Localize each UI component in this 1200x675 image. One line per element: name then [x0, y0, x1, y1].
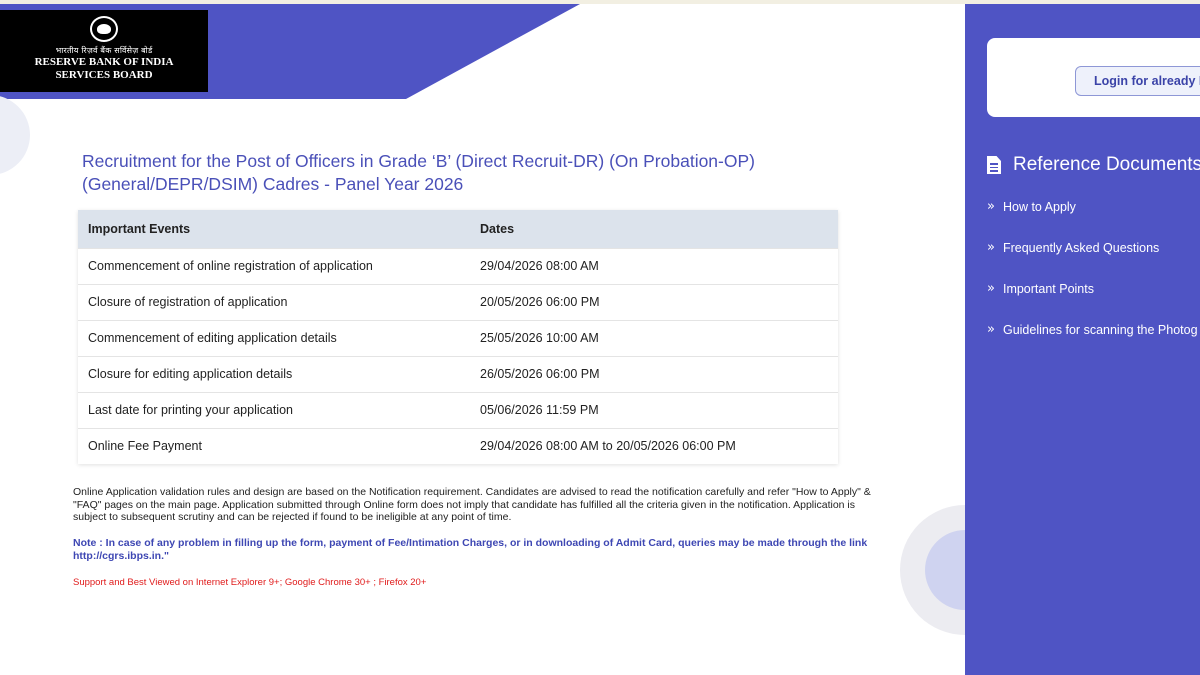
event-name: Closure of registration of application — [78, 283, 470, 320]
ref-link-important-points[interactable]: » Important Points — [987, 268, 1198, 309]
event-name: Commencement of online registration of a… — [78, 247, 470, 284]
ref-link-faq[interactable]: » Frequently Asked Questions — [987, 227, 1198, 268]
reference-documents-list: » How to Apply » Frequently Asked Questi… — [987, 194, 1198, 358]
table-header-row: Important Events Dates — [78, 210, 838, 248]
rbi-emblem-icon — [90, 16, 118, 42]
header-dates: Dates — [470, 210, 838, 248]
logo-english-line2: SERVICES BOARD — [55, 69, 153, 81]
event-date: 25/05/2026 10:00 AM — [470, 319, 838, 356]
event-date: 29/04/2026 08:00 AM to 20/05/2026 06:00 … — [470, 427, 838, 464]
table-row: Online Fee Payment 29/04/2026 08:00 AM t… — [78, 427, 838, 464]
event-date: 26/05/2026 06:00 PM — [470, 355, 838, 392]
event-name: Online Fee Payment — [78, 427, 470, 464]
event-date: 05/06/2026 11:59 PM — [470, 391, 838, 428]
header-important-events: Important Events — [78, 210, 470, 248]
ref-link-label: Guidelines for scanning the Photog — [1002, 322, 1198, 337]
browser-support-note: Support and Best Viewed on Internet Expl… — [73, 577, 427, 588]
table-row: Closure of registration of application 2… — [78, 283, 838, 320]
ref-link-photo-guidelines[interactable]: » Guidelines for scanning the Photog — [987, 309, 1198, 350]
page-title: Recruitment for the Post of Officers in … — [82, 151, 755, 194]
event-name: Commencement of editing application deta… — [78, 319, 470, 356]
chevron-double-right-icon: » — [987, 281, 995, 296]
reference-documents-heading: Reference Documents — [987, 154, 1200, 176]
logo-english-line1: RESERVE BANK OF INDIA — [34, 56, 174, 68]
sidebar: Login for already R Reference Documents … — [965, 4, 1200, 675]
document-icon — [987, 156, 1001, 174]
table-row: Last date for printing your application … — [78, 391, 838, 428]
chevron-double-right-icon: » — [987, 322, 995, 337]
ref-link-how-to-apply[interactable]: » How to Apply — [987, 186, 1198, 227]
table-row: Commencement of editing application deta… — [78, 319, 838, 356]
table-row: Commencement of online registration of a… — [78, 247, 838, 284]
rbi-logo: भारतीय रिज़र्व बैंक सर्विसेज़ बोर्ड RESE… — [0, 10, 208, 92]
logo-hindi-name: भारतीय रिज़र्व बैंक सर्विसेज़ बोर्ड — [55, 46, 153, 55]
support-note: Note : In case of any problem in filling… — [73, 537, 868, 562]
event-name: Closure for editing application details — [78, 355, 470, 392]
event-date: 20/05/2026 06:00 PM — [470, 283, 838, 320]
ref-link-label: Frequently Asked Questions — [1002, 240, 1160, 255]
reference-documents-title: Reference Documents — [1013, 154, 1200, 175]
event-name: Last date for printing your application — [78, 391, 470, 428]
event-date: 29/04/2026 08:00 AM — [470, 247, 838, 284]
ref-link-label: Important Points — [1002, 281, 1094, 296]
important-events-table: Important Events Dates Commencement of o… — [78, 210, 838, 464]
ref-link-label: How to Apply — [1002, 199, 1076, 214]
login-card: Login for already R — [987, 38, 1200, 117]
chevron-double-right-icon: » — [987, 199, 995, 214]
chevron-double-right-icon: » — [987, 240, 995, 255]
decorative-circle-left — [0, 95, 30, 175]
validation-note: Online Application validation rules and … — [73, 486, 871, 523]
table-row: Closure for editing application details … — [78, 355, 838, 392]
login-registered-button[interactable]: Login for already R — [1075, 66, 1200, 96]
